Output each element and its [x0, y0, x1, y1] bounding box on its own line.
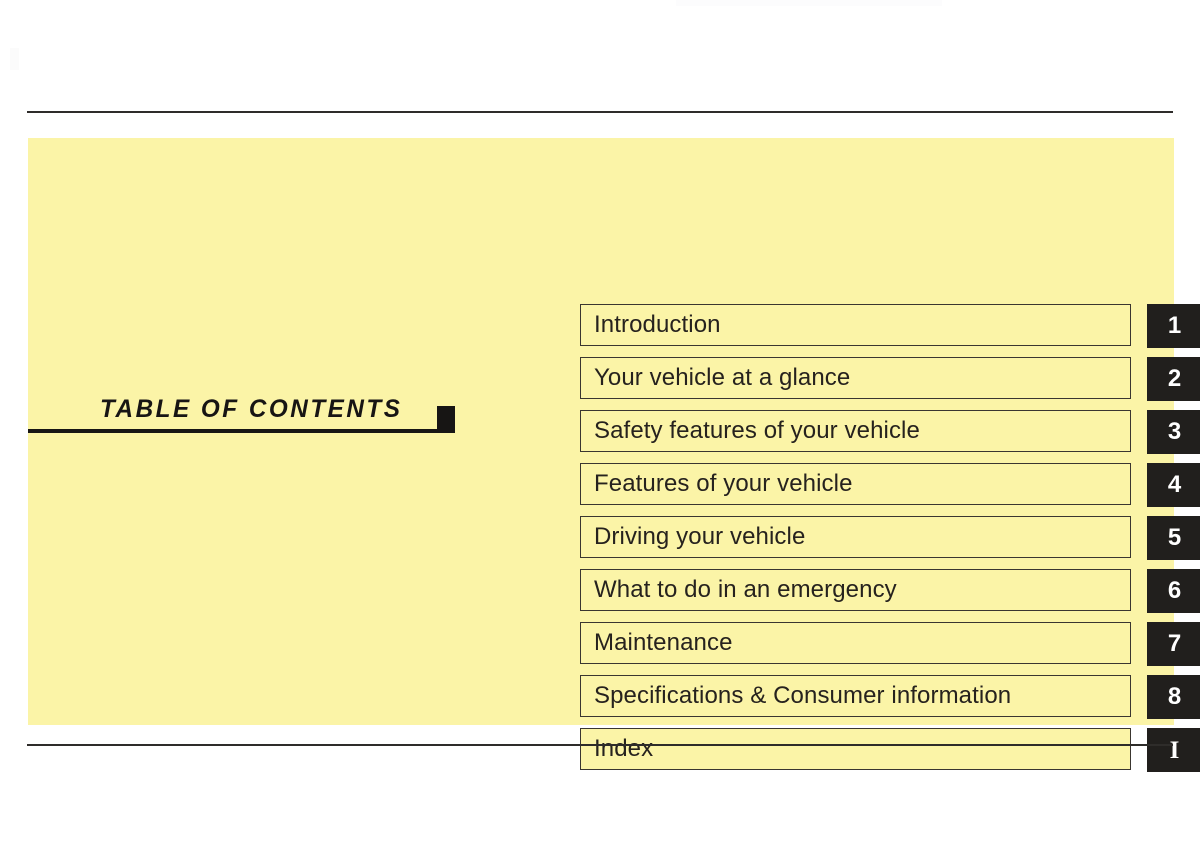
toc-entry-tab-label: 8: [1167, 683, 1182, 710]
toc-entry-tab-label: 1: [1167, 312, 1182, 339]
toc-entry: Specifications & Consumer information 8: [580, 675, 1200, 719]
toc-entry-tab-label: 7: [1167, 630, 1182, 657]
page-title-end-block: [437, 406, 455, 433]
page-bottom-rule: [27, 744, 1173, 746]
page-title: TABLE OF CONTENTS: [28, 395, 456, 440]
toc-entry-label: What to do in an emergency: [594, 576, 897, 603]
toc-entry-label: Features of your vehicle: [594, 470, 853, 497]
toc-entry-tab[interactable]: 5: [1147, 516, 1200, 560]
toc-entry-label: Index: [594, 735, 654, 762]
toc-entry: Safety features of your vehicle 3: [580, 410, 1200, 454]
toc-entry-tab-label: 5: [1167, 524, 1182, 551]
document-page: TABLE OF CONTENTS Introduction 1 Your vehi…: [0, 0, 1200, 861]
toc-entry-label: Maintenance: [594, 629, 733, 656]
toc-entry: Your vehicle at a glance 2: [580, 357, 1200, 401]
page-top-rule: [27, 111, 1173, 113]
toc-entry-box[interactable]: Specifications & Consumer information: [580, 675, 1131, 717]
toc-entry: What to do in an emergency 6: [580, 569, 1200, 613]
toc-entry: Features of your vehicle 4: [580, 463, 1200, 507]
toc-entry-tab[interactable]: 2: [1147, 357, 1200, 401]
toc-entry-box[interactable]: Features of your vehicle: [580, 463, 1131, 505]
page-title-text: TABLE OF CONTENTS: [100, 395, 403, 423]
toc-entry-label: Safety features of your vehicle: [594, 417, 920, 444]
toc-entry-tab-label: 3: [1167, 418, 1182, 445]
toc-entry-tab[interactable]: 1: [1147, 304, 1200, 348]
toc-entry-box[interactable]: Your vehicle at a glance: [580, 357, 1131, 399]
toc-entry-tab[interactable]: 7: [1147, 622, 1200, 666]
toc-entry-tab-label: I: [1169, 736, 1180, 764]
toc-entry-box[interactable]: Maintenance: [580, 622, 1131, 664]
scan-artifact-top: [676, 0, 942, 6]
toc-entry-label: Your vehicle at a glance: [594, 364, 851, 391]
toc-entry-box[interactable]: Introduction: [580, 304, 1131, 346]
toc-entry-tab[interactable]: 6: [1147, 569, 1200, 613]
toc-entry-tab-label: 4: [1167, 471, 1182, 498]
toc-entry-box[interactable]: Driving your vehicle: [580, 516, 1131, 558]
scan-artifact-left: [10, 48, 19, 70]
toc-entry: Driving your vehicle 5: [580, 516, 1200, 560]
page-title-underline: [28, 429, 437, 433]
toc-entry-tab[interactable]: 3: [1147, 410, 1200, 454]
toc-entry-tab-label: 2: [1167, 365, 1182, 392]
toc-entry-label: Specifications & Consumer information: [594, 682, 1012, 709]
table-of-contents-list: Introduction 1 Your vehicle at a glance 2 Sa…: [580, 304, 1200, 772]
toc-entry: Index I: [580, 728, 1200, 772]
toc-entry-tab[interactable]: 4: [1147, 463, 1200, 507]
toc-entry-box[interactable]: What to do in an emergency: [580, 569, 1131, 611]
toc-entry: Maintenance 7: [580, 622, 1200, 666]
toc-entry-tab-label: 6: [1167, 577, 1182, 604]
toc-entry-box[interactable]: Safety features of your vehicle: [580, 410, 1131, 452]
toc-entry-box[interactable]: Index: [580, 728, 1131, 770]
toc-entry: Introduction 1: [580, 304, 1200, 348]
toc-entry-label: Driving your vehicle: [594, 523, 806, 550]
toc-entry-tab[interactable]: 8: [1147, 675, 1200, 719]
toc-entry-label: Introduction: [594, 311, 721, 338]
toc-entry-tab[interactable]: I: [1147, 728, 1200, 772]
content-panel: TABLE OF CONTENTS Introduction 1 Your vehi…: [28, 138, 1200, 772]
